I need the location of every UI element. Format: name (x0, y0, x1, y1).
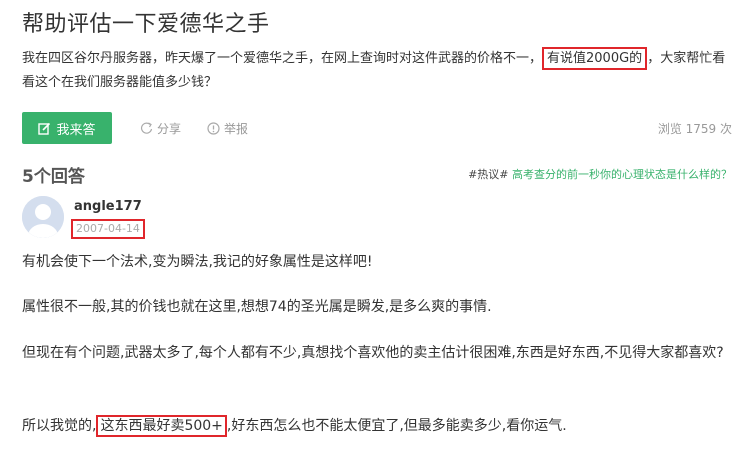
question-body: 我在四区谷尔丹服务器，昨天爆了一个爱德华之手，在网上查询时对这件武器的价格不一，… (22, 47, 732, 95)
answer-button[interactable]: 我来答 (22, 112, 112, 144)
view-count: 浏览 1759 次 (657, 122, 732, 136)
answer-paragraph-2: 属性很不一般,其的价钱也就在这里,想想74的圣光属是瞬发,是多么爽的事情. (22, 299, 492, 315)
question-text-prefix: 我在四区谷尔丹服务器，昨天爆了一个爱德华之手，在网上查询时对这件武器的价格不一， (22, 51, 543, 66)
answers-header: 5个回答 #热议# 高考查分的前一秒你的心理状态是什么样的？ (22, 162, 732, 187)
avatar[interactable] (22, 196, 64, 238)
answer-highlight-price: 这东西最好卖500+ (96, 415, 227, 437)
answer-p4-suffix: ,好东西怎么也不能太便宜了,但最多能卖多少,看你运气. (226, 418, 567, 434)
answer-count: 5个回答 (22, 167, 85, 187)
default-avatar-icon (22, 196, 64, 238)
answer-username[interactable]: angle177 (74, 199, 142, 214)
answer-paragraph-4: 所以我觉的, 这东西最好卖500+ ,好东西怎么也不能太便宜了,但最多能卖多少,看你… (22, 413, 732, 439)
answer-paragraph-3: 但现在有个问题,武器太多了,每个人都有不少,真想找个喜欢他的卖主估计很困难,东西… (22, 345, 724, 361)
share-label: 分享 (157, 122, 182, 136)
answer-date: 2007-04-14 (71, 219, 145, 239)
share-icon (140, 122, 153, 135)
question-actions: 我来答 分享 举报 浏览 1759 次 (22, 112, 732, 144)
share-link[interactable]: 分享 (140, 120, 181, 137)
hot-topic-link[interactable]: 高考查分的前一秒你的心理状态是什么样的？ (512, 168, 732, 181)
answer-paragraph-1: 有机会使下一个法术,变为瞬法,我记的好象属性是这样吧! (22, 254, 373, 270)
question-title: 帮助评估一下爱德华之手 (22, 12, 270, 37)
hot-topic: #热议# 高考查分的前一秒你的心理状态是什么样的？ (468, 166, 732, 182)
report-link[interactable]: 举报 (207, 120, 248, 137)
question-highlight-price: 有说值2000G的 (542, 47, 648, 70)
answer-p4-prefix: 所以我觉的, (22, 418, 97, 434)
answer-button-label: 我来答 (56, 122, 96, 138)
hot-topic-tag: #热议# (468, 168, 509, 181)
edit-icon (38, 122, 51, 135)
report-label: 举报 (224, 122, 249, 136)
report-icon (207, 122, 220, 135)
